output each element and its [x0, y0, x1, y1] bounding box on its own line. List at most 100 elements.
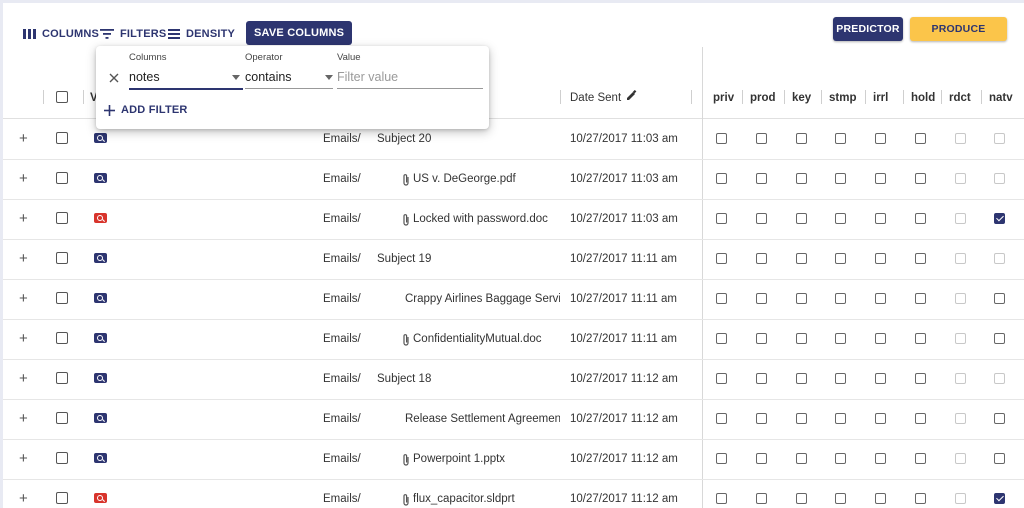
tag-checkbox-natv[interactable]	[994, 333, 1005, 344]
header-tag-prod[interactable]: prod	[750, 77, 776, 118]
filter-value-input[interactable]: Filter value	[337, 66, 483, 88]
tag-checkbox-rdct[interactable]	[955, 213, 966, 224]
document-name-cell[interactable]: Locked with password.doc	[402, 199, 560, 239]
row-select-checkbox[interactable]	[56, 212, 68, 224]
document-name-cell[interactable]: Subject 19	[377, 239, 560, 279]
tag-checkbox-prod[interactable]	[756, 453, 767, 464]
tag-checkbox-prod[interactable]	[756, 173, 767, 184]
tag-checkbox-key[interactable]	[796, 413, 807, 424]
expand-row-icon[interactable]: +	[19, 410, 28, 427]
tag-checkbox-hold[interactable]	[915, 133, 926, 144]
tag-checkbox-key[interactable]	[796, 213, 807, 224]
document-name-cell[interactable]: Powerpoint 1.pptx	[402, 439, 560, 479]
view-document-icon[interactable]	[94, 253, 107, 263]
tag-checkbox-key[interactable]	[796, 293, 807, 304]
columns-select[interactable]: notes	[129, 66, 242, 88]
tag-checkbox-natv[interactable]	[994, 293, 1005, 304]
tag-checkbox-natv[interactable]	[994, 453, 1005, 464]
header-tag-key[interactable]: key	[792, 77, 811, 118]
tag-checkbox-rdct[interactable]	[955, 373, 966, 384]
row-select-checkbox[interactable]	[56, 252, 68, 264]
tag-checkbox-priv[interactable]	[716, 213, 727, 224]
table-row[interactable]: + Emails/Locked with password.doc 10/27/20…	[3, 199, 1024, 240]
view-document-icon[interactable]	[94, 413, 107, 423]
table-row[interactable]: + Emails/ConfidentialityMutual.doc 10/27/2…	[3, 319, 1024, 360]
tag-checkbox-key[interactable]	[796, 173, 807, 184]
tag-checkbox-key[interactable]	[796, 333, 807, 344]
tag-checkbox-key[interactable]	[796, 133, 807, 144]
expand-row-icon[interactable]: +	[19, 290, 28, 307]
tag-checkbox-priv[interactable]	[716, 333, 727, 344]
tag-checkbox-stmp[interactable]	[835, 173, 846, 184]
row-select-checkbox[interactable]	[56, 372, 68, 384]
tag-checkbox-natv[interactable]	[994, 373, 1005, 384]
tag-checkbox-stmp[interactable]	[835, 453, 846, 464]
expand-row-icon[interactable]: +	[19, 250, 28, 267]
document-name-cell[interactable]: Crappy Airlines Baggage Servi	[402, 279, 560, 319]
tag-checkbox-irrl[interactable]	[875, 413, 886, 424]
row-select-checkbox[interactable]	[56, 412, 68, 424]
tag-checkbox-stmp[interactable]	[835, 373, 846, 384]
header-tag-priv[interactable]: priv	[713, 77, 734, 118]
tag-checkbox-hold[interactable]	[915, 253, 926, 264]
tag-checkbox-irrl[interactable]	[875, 293, 886, 304]
tag-checkbox-hold[interactable]	[915, 333, 926, 344]
tag-checkbox-stmp[interactable]	[835, 293, 846, 304]
table-row[interactable]: + Emails/flux_capacitor.sldprt 10/27/2017 …	[3, 479, 1024, 508]
tag-checkbox-prod[interactable]	[756, 213, 767, 224]
document-name-cell[interactable]: flux_capacitor.sldprt	[402, 479, 560, 508]
save-columns-button[interactable]: SAVE COLUMNS	[246, 21, 353, 45]
tag-checkbox-prod[interactable]	[756, 293, 767, 304]
header-tag-natv[interactable]: natv	[989, 77, 1013, 118]
tag-checkbox-prod[interactable]	[756, 133, 767, 144]
view-document-icon[interactable]	[94, 133, 107, 143]
tag-checkbox-natv[interactable]	[994, 133, 1005, 144]
view-document-icon[interactable]	[94, 213, 107, 223]
density-button[interactable]: DENSITY	[168, 24, 235, 44]
expand-row-icon[interactable]: +	[19, 170, 28, 187]
tag-checkbox-stmp[interactable]	[835, 133, 846, 144]
tag-checkbox-hold[interactable]	[915, 373, 926, 384]
tag-checkbox-irrl[interactable]	[875, 373, 886, 384]
header-tag-irrl[interactable]: irrl	[873, 77, 888, 118]
expand-row-icon[interactable]: +	[19, 330, 28, 347]
expand-row-icon[interactable]: +	[19, 490, 28, 507]
view-document-icon[interactable]	[94, 453, 107, 463]
tag-checkbox-natv[interactable]	[994, 173, 1005, 184]
document-name-cell[interactable]: US v. DeGeorge.pdf	[402, 159, 560, 199]
view-document-icon[interactable]	[94, 333, 107, 343]
row-select-checkbox[interactable]	[56, 292, 68, 304]
tag-checkbox-key[interactable]	[796, 493, 807, 504]
row-select-checkbox[interactable]	[56, 332, 68, 344]
tag-checkbox-rdct[interactable]	[955, 413, 966, 424]
tag-checkbox-stmp[interactable]	[835, 333, 846, 344]
tag-checkbox-prod[interactable]	[756, 493, 767, 504]
tag-checkbox-stmp[interactable]	[835, 413, 846, 424]
tag-checkbox-key[interactable]	[796, 373, 807, 384]
expand-row-icon[interactable]: +	[19, 210, 28, 227]
remove-filter-icon[interactable]	[109, 73, 119, 83]
produce-button[interactable]: PRODUCE	[910, 17, 1007, 41]
tag-checkbox-hold[interactable]	[915, 173, 926, 184]
tag-checkbox-hold[interactable]	[915, 453, 926, 464]
tag-checkbox-natv[interactable]	[994, 213, 1005, 224]
tag-checkbox-priv[interactable]	[716, 133, 727, 144]
row-select-checkbox[interactable]	[56, 492, 68, 504]
add-filter-button[interactable]: ADD FILTER	[104, 104, 188, 116]
tag-checkbox-rdct[interactable]	[955, 133, 966, 144]
tag-checkbox-irrl[interactable]	[875, 493, 886, 504]
filters-button[interactable]: FILTERS	[100, 24, 166, 44]
table-row[interactable]: + Emails/Crappy Airlines Baggage Servi 10/…	[3, 279, 1024, 320]
table-row[interactable]: + Emails/US v. DeGeorge.pdf 10/27/2017 11:…	[3, 159, 1024, 200]
predictor-button[interactable]: PREDICTOR	[833, 17, 903, 41]
document-name-cell[interactable]: ConfidentialityMutual.doc	[402, 319, 560, 359]
tag-checkbox-irrl[interactable]	[875, 133, 886, 144]
table-row[interactable]: + Emails/Powerpoint 1.pptx 10/27/2017 11:1…	[3, 439, 1024, 480]
tag-checkbox-priv[interactable]	[716, 493, 727, 504]
document-name-cell[interactable]: Release Settlement Agreemen	[402, 399, 560, 439]
table-row[interactable]: + Emails/Release Settlement Agreemen 10/27…	[3, 399, 1024, 440]
header-date-sent[interactable]: Date Sent	[570, 77, 637, 118]
tag-checkbox-irrl[interactable]	[875, 253, 886, 264]
tag-checkbox-natv[interactable]	[994, 413, 1005, 424]
tag-checkbox-priv[interactable]	[716, 293, 727, 304]
